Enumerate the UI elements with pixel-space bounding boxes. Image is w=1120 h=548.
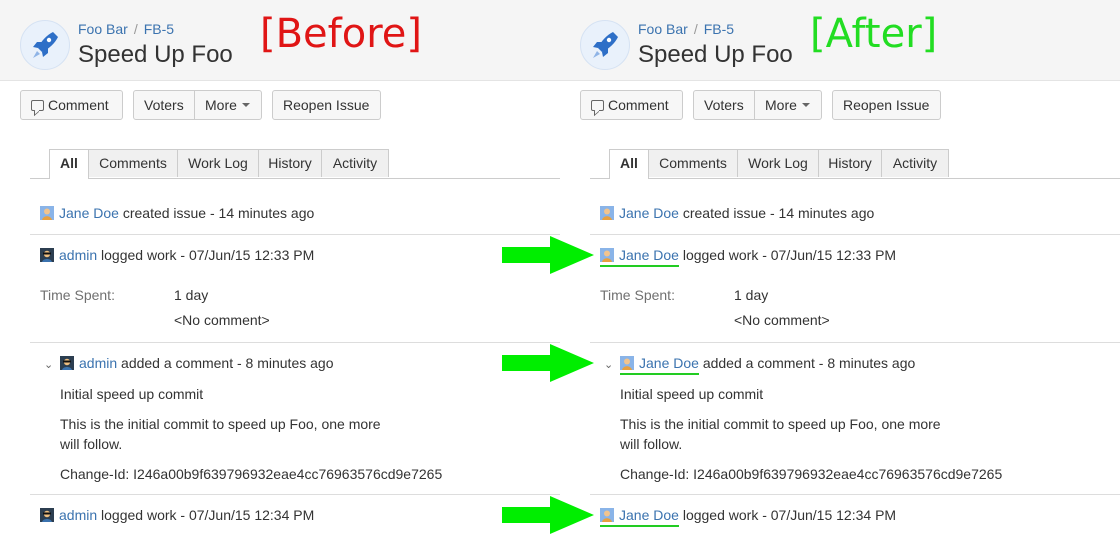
change-id: Change-Id: I246a00b9f639796932eae4cc7696… (620, 466, 1003, 482)
reopen-issue-button[interactable]: Reopen Issue (272, 90, 381, 120)
time-spent-label: Time Spent: (600, 287, 675, 303)
before-label: [Before] (260, 11, 422, 57)
breadcrumb-project[interactable]: Foo Bar (78, 21, 128, 37)
worklog-comment: <No comment> (734, 312, 830, 328)
voters-button[interactable]: Voters (693, 90, 755, 120)
reopen-issue-button[interactable]: Reopen Issue (832, 90, 941, 120)
highlight-underline (600, 265, 679, 267)
activity-created: Jane Doe created issue - 14 minutes ago (600, 205, 874, 221)
activity-tabs: All Comments Work Log History Activity (30, 149, 560, 179)
breadcrumb-issue-key[interactable]: FB-5 (704, 21, 734, 37)
more-button[interactable]: More (754, 90, 822, 120)
issue-header: Foo Bar / FB-5 Speed Up Foo [Before] (0, 0, 560, 81)
activity-worklog: admin logged work - 07/Jun/15 12:34 PM (40, 507, 314, 523)
user-link[interactable]: Jane Doe (619, 247, 679, 263)
comment-line: This is the initial commit to speed up F… (60, 416, 381, 432)
tab-all[interactable]: All (49, 149, 89, 179)
speech-bubble-icon (31, 100, 44, 111)
activity-tabs: All Comments Work Log History Activity (590, 149, 1120, 179)
comment-button[interactable]: Comment (580, 90, 683, 120)
user-link[interactable]: Jane Doe (59, 205, 119, 221)
arrow-right-icon (502, 236, 594, 274)
activity-worklog: admin logged work - 07/Jun/15 12:33 PM (40, 247, 314, 263)
activity-worklog: Jane Doe logged work - 07/Jun/15 12:34 P… (600, 507, 896, 523)
collapse-chevron-icon[interactable]: ⌄ (44, 358, 53, 371)
issue-title: Speed Up Foo (638, 41, 793, 68)
divider (590, 342, 1120, 343)
tab-history[interactable]: History (818, 149, 882, 177)
admin-avatar-icon (60, 356, 74, 370)
activity-created: Jane Doe created issue - 14 minutes ago (40, 205, 314, 221)
tab-comments[interactable]: Comments (648, 149, 738, 177)
arrow-right-icon (502, 496, 594, 534)
user-link[interactable]: Jane Doe (619, 507, 679, 523)
issue-header: Foo Bar / FB-5 Speed Up Foo [After] (560, 0, 1120, 81)
comment-line: Initial speed up commit (60, 386, 204, 402)
more-button[interactable]: More (194, 90, 262, 120)
tab-activity[interactable]: Activity (321, 149, 389, 177)
tab-activity[interactable]: Activity (881, 149, 949, 177)
user-avatar-icon (600, 508, 614, 522)
admin-avatar-icon (40, 248, 54, 262)
user-link[interactable]: Jane Doe (619, 205, 679, 221)
tab-work-log[interactable]: Work Log (737, 149, 819, 177)
comment-line: will follow. (620, 436, 683, 452)
comment-line: This is the initial commit to speed up F… (620, 416, 941, 432)
after-label: [After] (810, 11, 938, 57)
activity-comment: Jane Doe added a comment - 8 minutes ago (620, 355, 915, 371)
time-spent-label: Time Spent: (40, 287, 115, 303)
before-panel: Foo Bar / FB-5 Speed Up Foo [Before] Comme… (0, 0, 560, 548)
after-panel: Foo Bar / FB-5 Speed Up Foo [After] Commen… (560, 0, 1120, 548)
user-link[interactable]: admin (59, 507, 97, 523)
tab-work-log[interactable]: Work Log (177, 149, 259, 177)
time-spent-value: 1 day (174, 287, 209, 303)
divider (30, 234, 560, 235)
breadcrumb-project[interactable]: Foo Bar (638, 21, 688, 37)
project-avatar-rocket-icon[interactable] (580, 20, 630, 70)
arrow-right-icon (502, 344, 594, 382)
breadcrumb: Foo Bar / FB-5 (638, 21, 735, 37)
comment-line: Initial speed up commit (620, 386, 764, 402)
chevron-down-icon (801, 103, 810, 107)
project-avatar-rocket-icon[interactable] (20, 20, 70, 70)
user-link[interactable]: admin (59, 247, 97, 263)
divider (590, 494, 1120, 495)
user-avatar-icon (40, 206, 54, 220)
activity-worklog: Jane Doe logged work - 07/Jun/15 12:33 P… (600, 247, 896, 263)
divider (30, 494, 560, 495)
divider (30, 342, 560, 343)
user-avatar-icon (620, 356, 634, 370)
admin-avatar-icon (40, 508, 54, 522)
user-avatar-icon (600, 248, 614, 262)
comment-button[interactable]: Comment (20, 90, 123, 120)
tab-all[interactable]: All (609, 149, 649, 179)
divider (590, 234, 1120, 235)
breadcrumb: Foo Bar / FB-5 (78, 21, 175, 37)
change-id: Change-Id: I246a00b9f639796932eae4cc7696… (60, 466, 443, 482)
highlight-underline (600, 525, 679, 527)
chevron-down-icon (241, 103, 250, 107)
tab-comments[interactable]: Comments (88, 149, 178, 177)
voters-button[interactable]: Voters (133, 90, 195, 120)
tab-history[interactable]: History (258, 149, 322, 177)
user-link[interactable]: admin (79, 355, 117, 371)
time-spent-value: 1 day (734, 287, 769, 303)
worklog-comment: <No comment> (174, 312, 270, 328)
user-link[interactable]: Jane Doe (639, 355, 699, 371)
speech-bubble-icon (591, 100, 604, 111)
activity-comment: admin added a comment - 8 minutes ago (60, 355, 334, 371)
user-avatar-icon (600, 206, 614, 220)
collapse-chevron-icon[interactable]: ⌄ (604, 358, 613, 371)
breadcrumb-issue-key[interactable]: FB-5 (144, 21, 174, 37)
issue-title: Speed Up Foo (78, 41, 233, 68)
comment-line: will follow. (60, 436, 123, 452)
highlight-underline (620, 373, 699, 375)
